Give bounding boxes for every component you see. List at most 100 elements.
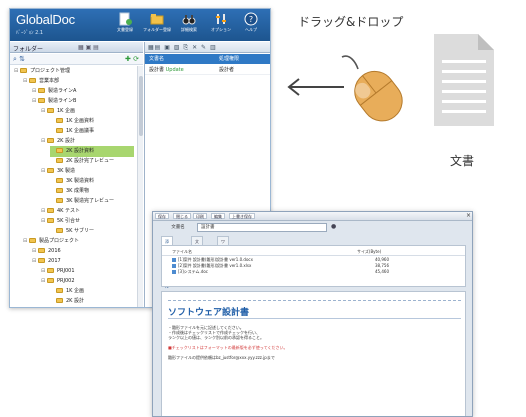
folder-icon xyxy=(38,88,45,93)
document-preview: ソフトウェア設計書 ・雛形ファイルを元に記述してください。 ・作成後はチェックリ… xyxy=(161,291,466,416)
preview-warning-line: ■チェックリストはフォーマットの最新版を必ず使ってください。 xyxy=(168,345,288,350)
tree-item-label: 1K 企画 xyxy=(66,288,85,294)
document-add-icon xyxy=(119,12,132,26)
folder-icon xyxy=(56,288,63,293)
folder-pane-tools-icon[interactable]: ▦ ▣ ▤ xyxy=(78,44,99,51)
folder-icon xyxy=(20,68,27,73)
folder-tree-scrollbar[interactable] xyxy=(137,66,143,307)
tree-item-label: 2K 設計資料 xyxy=(66,148,95,154)
toolbar-help-button[interactable]: ? ヘルプ xyxy=(236,12,266,39)
column-file-name[interactable]: ファイル名 xyxy=(172,249,192,255)
column-status[interactable]: 処理権限 xyxy=(219,54,239,64)
folder-icon xyxy=(56,128,63,133)
mouse-icon xyxy=(341,55,403,122)
menu-save-button[interactable]: 保存 xyxy=(155,213,169,219)
menu-overwrite-save-button[interactable]: 上書き保存 xyxy=(229,213,255,219)
toolbar-document-add-button[interactable]: 文書登録 xyxy=(110,12,140,39)
tree-item-label: 1K 企画議事 xyxy=(66,128,95,134)
document-list-header: 文書名 処理権限 xyxy=(145,54,270,64)
menu-close-button[interactable]: 閉じる xyxy=(173,213,191,219)
close-icon[interactable]: × xyxy=(466,212,471,219)
folder-add-icon xyxy=(150,14,164,25)
settings-icon xyxy=(216,14,226,24)
tab-document-info[interactable]: 文書情報 xyxy=(191,236,203,271)
toolbar-options-button[interactable]: オプション xyxy=(206,12,236,39)
folder-icon xyxy=(56,148,63,153)
attachment-list: ファイル名 サイズ(Byte) [1]案件 設計書(雛形)設計書 ver1.0.… xyxy=(161,245,466,287)
tree-item-label: 1K 企画資料 xyxy=(66,118,95,124)
tree-item-label: 5K 引合せ xyxy=(57,218,81,224)
folder-pane-header: フォルダー ▦ ▣ ▤ xyxy=(10,42,143,53)
folder-icon xyxy=(38,258,45,263)
attachment-name: [3]システム.doc xyxy=(178,269,209,274)
preview-divider xyxy=(168,300,461,301)
attachment-name: [1]案件 設計書(雛形)設計書 ver1.0.docx xyxy=(178,257,253,262)
attachment-row[interactable]: [3]システム.doc 45,460 xyxy=(162,269,465,275)
document-name-row: 文書名 設計書 ● xyxy=(153,222,472,234)
tree-item-label: 4K テスト xyxy=(57,208,81,214)
tree-item-label: 3K 製造資料 xyxy=(66,178,95,184)
document-caption: 文書 xyxy=(450,154,475,168)
document-name-field[interactable]: 設計書 xyxy=(197,223,327,232)
folder-pane-toolbar: ⌕ ⇅ ✚ ⟳ xyxy=(10,54,143,65)
folder-search-icon[interactable]: ⌕ ⇅ xyxy=(13,55,25,64)
scrollbar-thumb[interactable] xyxy=(139,76,143,136)
refresh-icon[interactable]: ✚ ⟳ xyxy=(125,55,139,63)
column-file-size[interactable]: サイズ(Byte) xyxy=(357,249,381,255)
tree-item-label: 製品プロジェクト xyxy=(39,238,80,244)
preview-title: ソフトウェア設計書 xyxy=(168,308,250,318)
tree-item-label: 2K 設計完了レビュー xyxy=(66,158,115,164)
tree-item-label: 2016 xyxy=(48,248,61,254)
drag-drop-label: ドラッグ&ドロップ xyxy=(298,15,404,29)
menu-print-button[interactable]: 印刷 xyxy=(193,213,207,219)
folder-icon xyxy=(38,98,45,103)
folder-icon xyxy=(56,118,63,123)
folder-icon xyxy=(47,278,54,283)
column-document-name[interactable]: 文書名 xyxy=(149,54,164,64)
document-row-name: 設計書 xyxy=(149,67,165,73)
folder-icon xyxy=(29,238,36,243)
tree-item-label: 3K 製造 xyxy=(57,168,76,174)
file-icon xyxy=(172,270,176,274)
tree-item-label: 5K サブリー xyxy=(66,228,95,234)
tree-item-label: PRJ001 xyxy=(57,268,75,274)
app-logo: GlobalDoc xyxy=(16,12,75,27)
attachment-size: 45,460 xyxy=(375,269,389,274)
tree-item-label: 2K 設計 xyxy=(66,298,85,304)
document-row-status: 設計者 xyxy=(219,67,235,73)
document-icon xyxy=(434,34,494,126)
toolbar-folder-add-button[interactable]: フォルダー登録 xyxy=(142,12,172,39)
document-viewer-window: 保存 閉じる 印刷 編集 上書き保存 × 文書名 設計書 ● 添付ファイル 文書… xyxy=(152,211,473,417)
lock-icon[interactable]: ● xyxy=(331,223,336,230)
svg-text:?: ? xyxy=(249,15,253,24)
folder-icon xyxy=(56,298,63,303)
folder-icon xyxy=(47,108,54,113)
document-list-toolbar[interactable]: ▦▤ ▣ ▧ ⎘ ✕ ✎ ▥ xyxy=(145,42,270,53)
tree-item-label: 営業本部 xyxy=(39,78,60,84)
file-icon xyxy=(172,258,176,262)
tree-item-label: 1K 企画 xyxy=(57,108,76,114)
app-header: GlobalDoc ﾊﾞｰｼﾞｮﾝ 2.1 文書登録 フォルダー登録 詳細検索 … xyxy=(10,9,270,41)
folder-pane-label: フォルダー xyxy=(13,46,44,53)
document-name-label: 文書名 xyxy=(171,225,185,230)
preview-divider xyxy=(168,318,461,319)
folder-icon xyxy=(47,218,54,223)
document-row-tag: Update xyxy=(165,67,184,73)
toolbar-search-button[interactable]: 詳細検索 xyxy=(174,12,204,39)
tree-item-label: 3K 製造完了レビュー xyxy=(66,198,115,204)
folder-icon xyxy=(47,268,54,273)
tree-item-label: 2017 xyxy=(48,258,61,264)
tab-workflow[interactable]: ワークフロー xyxy=(217,236,229,289)
document-list-row[interactable]: 設計書 Update 設計者 xyxy=(145,65,270,75)
tree-item[interactable]: 2K 設計 xyxy=(50,296,134,307)
tree-item-label: 製造ラインA xyxy=(48,88,77,94)
folder-icon xyxy=(47,208,54,213)
menu-edit-button[interactable]: 編集 xyxy=(211,213,225,219)
tree-item-label: 3K 成果物 xyxy=(66,188,90,194)
preview-line: ランク以上の値は、ランク別以前の承認を得ること。 xyxy=(168,335,264,340)
preview-line: 雛形ファイルの提供依頼はbz_justfor@xxx.yyy.zzz.jpまで xyxy=(168,355,275,360)
folder-icon xyxy=(56,158,63,163)
tab-attachments[interactable]: 添付ファイル xyxy=(161,236,173,289)
help-icon: ? xyxy=(244,12,258,26)
binoculars-icon xyxy=(182,15,196,25)
